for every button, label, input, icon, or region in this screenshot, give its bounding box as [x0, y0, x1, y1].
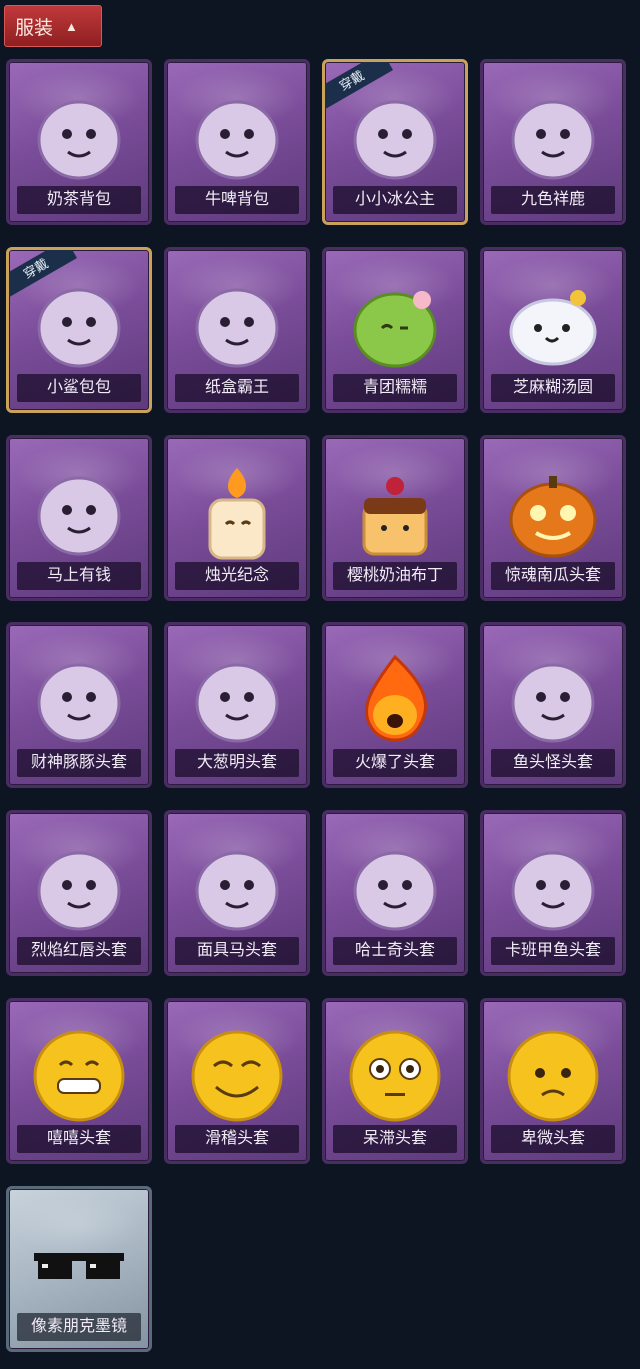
item-card[interactable]: 财神豚豚头套 — [6, 622, 152, 788]
item-card[interactable]: 烈焰红唇头套 — [6, 810, 152, 976]
item-card[interactable]: 烛光纪念 — [164, 435, 310, 601]
flushed-emoji-art — [325, 1017, 465, 1135]
smirk-emoji-art — [167, 1017, 307, 1135]
item-name: 哈士奇头套 — [333, 937, 457, 965]
item-grid: 奶茶背包 牛啤背包 穿戴 小小冰公主 九色祥鹿穿戴 小鲨包包 纸盒霸王 青团糯糯 芝麻糊汤圆马上… — [0, 0, 640, 1369]
item-name: 马上有钱 — [17, 562, 141, 590]
item-name: 卑微头套 — [491, 1125, 615, 1153]
item-card[interactable]: 九色祥鹿 — [480, 59, 626, 225]
fire-art — [325, 641, 465, 759]
box-dino-art — [167, 266, 307, 384]
pudding-art — [325, 454, 465, 572]
item-card[interactable]: 大葱明头套 — [164, 622, 310, 788]
tangyuan-art — [483, 266, 623, 384]
item-name: 像素朋克墨镜 — [17, 1313, 141, 1341]
horse-mask-art — [167, 829, 307, 947]
item-name: 鱼头怪头套 — [491, 749, 615, 777]
item-name: 嘻嘻头套 — [17, 1125, 141, 1153]
item-card[interactable]: 牛啤背包 — [164, 59, 310, 225]
item-name: 烛光纪念 — [175, 562, 299, 590]
item-name: 青团糯糯 — [333, 374, 457, 402]
horse-art — [9, 454, 149, 572]
beer-backpack-art — [167, 78, 307, 196]
capybara-art — [9, 641, 149, 759]
grin-emoji-art — [9, 1017, 149, 1135]
pumpkin-art — [483, 454, 623, 572]
whale-art — [483, 829, 623, 947]
item-name: 奶茶背包 — [17, 186, 141, 214]
item-card[interactable]: 纸盒霸王 — [164, 247, 310, 413]
item-card[interactable]: 嘻嘻头套 — [6, 998, 152, 1164]
item-card[interactable]: 樱桃奶油布丁 — [322, 435, 468, 601]
item-card[interactable]: 惊魂南瓜头套 — [480, 435, 626, 601]
item-card[interactable]: 穿戴 小小冰公主 — [322, 59, 468, 225]
item-card[interactable]: 呆滞头套 — [322, 998, 468, 1164]
pikachu-mask-art — [9, 829, 149, 947]
item-card[interactable]: 面具马头套 — [164, 810, 310, 976]
fish-head-art — [483, 641, 623, 759]
item-name: 惊魂南瓜头套 — [491, 562, 615, 590]
item-card[interactable]: 芝麻糊汤圆 — [480, 247, 626, 413]
pixel-sunglasses-art — [9, 1205, 149, 1323]
item-card[interactable]: 马上有钱 — [6, 435, 152, 601]
item-card[interactable]: 像素朋克墨镜 — [6, 1186, 152, 1352]
item-name: 九色祥鹿 — [491, 186, 615, 214]
item-name: 牛啤背包 — [175, 186, 299, 214]
green-rice-ball-art — [325, 266, 465, 384]
item-name: 滑稽头套 — [175, 1125, 299, 1153]
item-name: 卡班甲鱼头套 — [491, 937, 615, 965]
item-card[interactable]: 火爆了头套 — [322, 622, 468, 788]
item-card[interactable]: 鱼头怪头套 — [480, 622, 626, 788]
item-name: 小鲨包包 — [17, 374, 141, 402]
item-name: 面具马头套 — [175, 937, 299, 965]
deer-art — [483, 78, 623, 196]
item-card[interactable]: 穿戴 小鲨包包 — [6, 247, 152, 413]
item-name: 财神豚豚头套 — [17, 749, 141, 777]
item-card[interactable]: 奶茶背包 — [6, 59, 152, 225]
item-name: 樱桃奶油布丁 — [333, 562, 457, 590]
item-name: 小小冰公主 — [333, 186, 457, 214]
item-card[interactable]: 滑稽头套 — [164, 998, 310, 1164]
item-card[interactable]: 青团糯糯 — [322, 247, 468, 413]
pleading-emoji-art — [483, 1017, 623, 1135]
item-name: 大葱明头套 — [175, 749, 299, 777]
item-card[interactable]: 卑微头套 — [480, 998, 626, 1164]
item-name: 纸盒霸王 — [175, 374, 299, 402]
husky-art — [325, 829, 465, 947]
item-card[interactable]: 卡班甲鱼头套 — [480, 810, 626, 976]
candle-art — [167, 454, 307, 572]
item-name: 芝麻糊汤圆 — [491, 374, 615, 402]
item-name: 呆滞头套 — [333, 1125, 457, 1153]
item-name: 烈焰红唇头套 — [17, 937, 141, 965]
milk-tea-backpack-art — [9, 78, 149, 196]
item-card[interactable]: 哈士奇头套 — [322, 810, 468, 976]
item-name: 火爆了头套 — [333, 749, 457, 777]
scallion-art — [167, 641, 307, 759]
